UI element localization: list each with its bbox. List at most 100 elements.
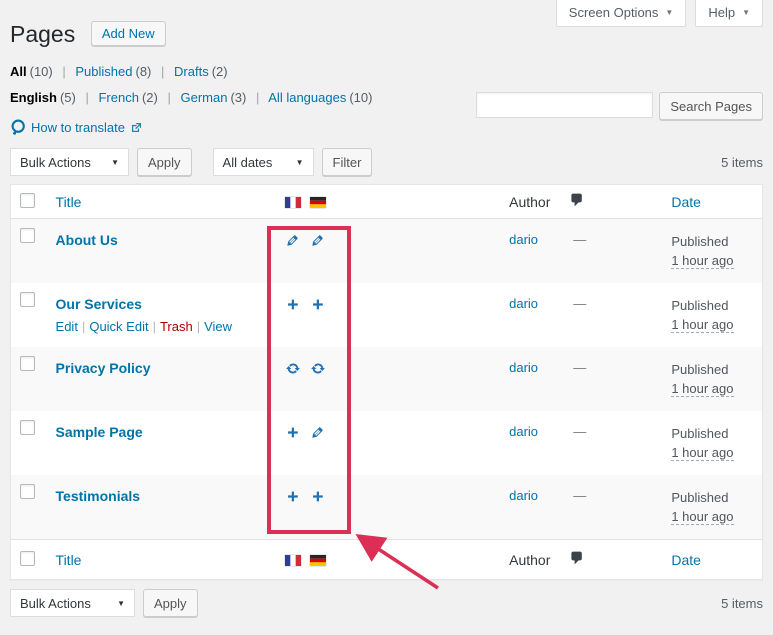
- page-title-link[interactable]: Our Services: [56, 296, 142, 312]
- page-title-link[interactable]: About Us: [56, 232, 118, 248]
- sort-title-header[interactable]: Title: [56, 552, 82, 568]
- author-link[interactable]: dario: [509, 296, 538, 311]
- filter-all-count: (10): [30, 64, 53, 79]
- edit-action-link[interactable]: Edit: [56, 319, 78, 334]
- apply-button[interactable]: Apply: [137, 148, 192, 176]
- add-translation-icon-fr[interactable]: [285, 297, 300, 312]
- table-row-sample-page: Sample Page dario — Published1 hour ago: [11, 411, 763, 475]
- german-flag-icon: [310, 197, 326, 208]
- no-comments-dash: —: [573, 488, 586, 503]
- table-footer-row: Title Author Date: [11, 540, 763, 580]
- apply-button[interactable]: Apply: [143, 589, 198, 617]
- translate-help-icon: [10, 119, 26, 136]
- screen-options-toggle[interactable]: Screen Options ▼: [556, 0, 687, 27]
- select-row-checkbox[interactable]: [20, 420, 35, 435]
- author-link[interactable]: dario: [509, 360, 538, 375]
- page-title-link[interactable]: Testimonials: [56, 488, 141, 504]
- edit-translation-icon-de[interactable]: [310, 425, 325, 440]
- search-box: Search Pages: [476, 92, 763, 120]
- wp-admin-pages-screen: Screen Options ▼ Help ▼ Pages Add New Al…: [0, 0, 773, 635]
- sort-date-header[interactable]: Date: [671, 552, 701, 568]
- table-row-privacy-policy: Privacy Policy dario — Published 1 hour a…: [11, 347, 763, 411]
- filter-drafts-count: (2): [212, 64, 228, 79]
- author-link[interactable]: dario: [509, 488, 538, 503]
- filter-published-link[interactable]: Published: [75, 64, 132, 79]
- translate-help-row: How to translate: [10, 118, 763, 136]
- table-header-row: Title Author Date: [11, 185, 763, 219]
- filter-all-link[interactable]: All: [10, 64, 27, 79]
- filter-published-count: (8): [136, 64, 152, 79]
- sync-translation-icon-de[interactable]: [310, 361, 326, 376]
- page-title-link[interactable]: Privacy Policy: [56, 360, 151, 376]
- status-text: Published: [671, 488, 752, 507]
- view-action-link[interactable]: View: [204, 319, 232, 334]
- filter-drafts-link[interactable]: Drafts: [174, 64, 209, 79]
- table-row-our-services: Our Services Edit|Quick Edit|Trash|View …: [11, 283, 763, 347]
- sync-translation-icon-fr[interactable]: [285, 361, 301, 376]
- filter-german-count: (3): [230, 90, 246, 105]
- filter-all-languages-count: (10): [349, 90, 372, 105]
- status-filter-list: All(10) | Published(8) | Drafts(2): [10, 64, 763, 80]
- tablenav-top: Bulk Actions ▼ Apply All dates ▼ Filter …: [10, 148, 763, 176]
- no-comments-dash: —: [573, 424, 586, 439]
- help-toggle[interactable]: Help ▼: [695, 0, 763, 27]
- items-count: 5 items: [721, 596, 763, 611]
- german-flag-icon: [310, 555, 326, 566]
- status-text: Published: [671, 360, 752, 379]
- sort-date-header[interactable]: Date: [671, 194, 701, 210]
- pages-list-table: Title Author Date About Us dario — Publi…: [10, 184, 763, 580]
- filter-german-link[interactable]: German: [180, 90, 227, 105]
- page-title: Pages: [10, 20, 75, 49]
- no-comments-dash: —: [573, 232, 586, 247]
- add-translation-icon-de[interactable]: [310, 489, 325, 504]
- chevron-down-icon: ▼: [111, 158, 119, 167]
- row-actions: Edit|Quick Edit|Trash|View: [56, 319, 271, 334]
- add-translation-icon-fr[interactable]: [285, 489, 300, 504]
- search-pages-button[interactable]: Search Pages: [659, 92, 763, 120]
- bulk-actions-label: Bulk Actions: [20, 155, 91, 170]
- page-title-link[interactable]: Sample Page: [56, 424, 143, 440]
- author-link[interactable]: dario: [509, 232, 538, 247]
- sort-title-header[interactable]: Title: [56, 194, 82, 210]
- external-link-icon: [130, 121, 143, 134]
- select-row-checkbox[interactable]: [20, 292, 35, 307]
- relative-date: 1 hour ago: [671, 381, 733, 397]
- edit-translation-icon-de[interactable]: [310, 233, 325, 248]
- screen-options-label: Screen Options: [569, 5, 659, 20]
- select-row-checkbox[interactable]: [20, 484, 35, 499]
- filter-button[interactable]: Filter: [322, 148, 373, 176]
- relative-date: 1 hour ago: [671, 253, 733, 269]
- author-column-header: Author: [509, 194, 550, 210]
- help-label: Help: [708, 5, 735, 20]
- status-text: Published: [671, 232, 752, 251]
- separator: |: [167, 90, 170, 105]
- filter-french-link[interactable]: French: [98, 90, 138, 105]
- separator: |: [85, 90, 88, 105]
- add-translation-icon-fr[interactable]: [285, 425, 300, 440]
- select-row-checkbox[interactable]: [20, 228, 35, 243]
- add-new-button[interactable]: Add New: [91, 21, 166, 46]
- bulk-actions-select[interactable]: Bulk Actions ▼: [10, 148, 129, 176]
- filter-all-languages-link[interactable]: All languages: [268, 90, 346, 105]
- add-translation-icon-de[interactable]: [310, 297, 325, 312]
- select-all-checkbox[interactable]: [20, 193, 35, 208]
- no-comments-dash: —: [573, 360, 586, 375]
- filter-english-link[interactable]: English: [10, 90, 57, 105]
- separator: |: [256, 90, 259, 105]
- trash-action-link[interactable]: Trash: [160, 319, 193, 334]
- chevron-down-icon: ▼: [742, 8, 750, 17]
- select-row-checkbox[interactable]: [20, 356, 35, 371]
- author-link[interactable]: dario: [509, 424, 538, 439]
- bulk-actions-select[interactable]: Bulk Actions ▼: [10, 589, 135, 617]
- dates-filter-label: All dates: [223, 155, 273, 170]
- quick-edit-action-link[interactable]: Quick Edit: [89, 319, 148, 334]
- status-text: Published: [671, 296, 752, 315]
- author-column-header: Author: [509, 552, 550, 568]
- dates-filter-select[interactable]: All dates ▼: [213, 148, 314, 176]
- chevron-down-icon: ▼: [296, 158, 304, 167]
- how-to-translate-link[interactable]: How to translate: [31, 120, 125, 135]
- search-input[interactable]: [476, 92, 653, 118]
- tablenav-bottom: Bulk Actions ▼ Apply 5 items: [10, 589, 763, 617]
- select-all-checkbox[interactable]: [20, 551, 35, 566]
- edit-translation-icon-fr[interactable]: [285, 233, 300, 248]
